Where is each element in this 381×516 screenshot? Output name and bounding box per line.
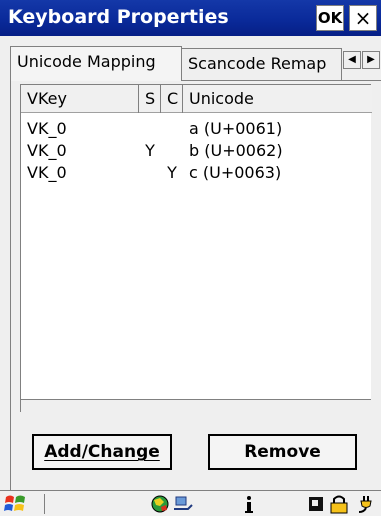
list-border-edge: [20, 400, 21, 412]
taskbar: [0, 490, 381, 516]
lock-icon[interactable]: [328, 493, 350, 515]
network-icon[interactable]: [172, 493, 194, 515]
tab-scroll-right-button[interactable]: ▶: [362, 51, 380, 69]
cell-shift: [139, 118, 161, 140]
dialog-body: Scancode Remap Unicode Mapping ◀ ▶ VKey …: [0, 36, 381, 490]
column-header-ctrl[interactable]: C: [161, 85, 183, 113]
remove-label: Remove: [244, 442, 321, 462]
table-row[interactable]: VK_0 a (U+0061): [21, 118, 372, 140]
info-icon[interactable]: [238, 493, 260, 515]
cell-shift: [139, 162, 161, 184]
title-bar: Keyboard Properties OK ×: [0, 0, 381, 36]
add-change-label: Add/Change: [44, 442, 160, 462]
cell-shift: Y: [145, 141, 155, 160]
list-header: VKey S C Unicode: [21, 85, 372, 113]
globe-icon[interactable]: [150, 493, 172, 515]
cell-unicode: c (U+0063): [189, 163, 282, 182]
ok-button[interactable]: OK: [316, 5, 344, 31]
tab-scancode-remap[interactable]: Scancode Remap: [182, 48, 342, 82]
table-row[interactable]: VK_0 Y b (U+0062): [21, 140, 372, 162]
window-title: Keyboard Properties: [8, 6, 229, 28]
table-row[interactable]: VK_0 Y c (U+0063): [21, 162, 372, 184]
cell-unicode: a (U+0061): [189, 119, 283, 138]
column-header-unicode[interactable]: Unicode: [183, 85, 372, 113]
remove-button[interactable]: Remove: [208, 434, 357, 470]
card-icon[interactable]: [306, 493, 328, 515]
cell-ctrl: [161, 118, 183, 140]
windows-start-icon[interactable]: [3, 493, 43, 515]
cell-ctrl: [161, 140, 183, 162]
column-header-shift[interactable]: S: [139, 85, 161, 113]
cell-ctrl: Y: [167, 163, 177, 182]
column-header-vkey[interactable]: VKey: [21, 85, 139, 113]
power-plug-icon[interactable]: [354, 493, 376, 515]
cell-vkey: VK_0: [27, 119, 67, 138]
cell-unicode: b (U+0062): [189, 141, 283, 160]
tab-scroll-left-button[interactable]: ◀: [343, 51, 361, 69]
add-change-button[interactable]: Add/Change: [32, 434, 172, 470]
close-button[interactable]: ×: [349, 5, 377, 31]
taskbar-separator: [44, 494, 45, 514]
unicode-mapping-list[interactable]: VKey S C Unicode VK_0 a (U+0061) VK_0 Y …: [20, 84, 372, 400]
cell-vkey: VK_0: [27, 163, 67, 182]
tab-unicode-mapping[interactable]: Unicode Mapping: [10, 46, 182, 81]
cell-vkey: VK_0: [27, 141, 67, 160]
